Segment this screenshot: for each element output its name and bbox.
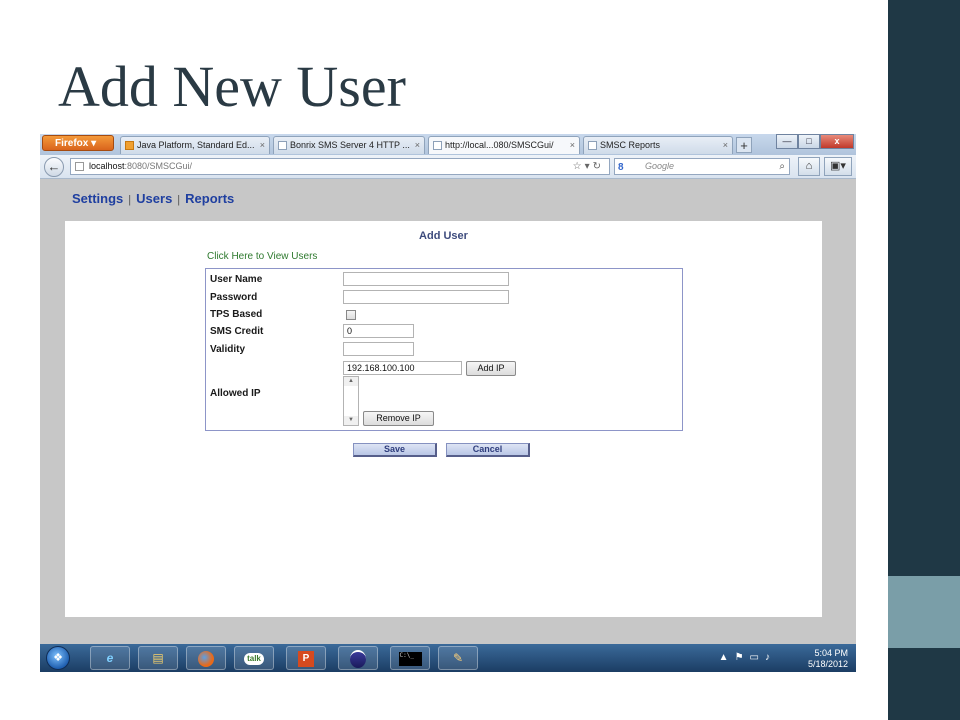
google-search-engine-icon[interactable]: 8: [618, 160, 624, 175]
page-favicon: [278, 141, 287, 150]
explorer-icon[interactable]: ▤: [138, 646, 178, 670]
search-placeholder: Google: [645, 161, 675, 171]
clock-time: 5:04 PM: [814, 648, 848, 658]
address-bar[interactable]: localhost:8080/SMSCGui/ ☆▾↻: [70, 158, 610, 175]
site-identity-icon: [75, 162, 84, 171]
eclipse-icon[interactable]: [338, 646, 378, 670]
sms-credit-input[interactable]: 0: [343, 324, 414, 338]
tab-label: Bonrix SMS Server 4 HTTP ...: [290, 140, 410, 150]
nav-settings-link[interactable]: Settings: [72, 191, 123, 206]
network-icon[interactable]: ▭: [750, 652, 765, 663]
bookmarks-menu-button[interactable]: ▣▾: [824, 157, 852, 176]
start-button[interactable]: ❖: [46, 646, 70, 670]
firefox-menu-label: Firefox: [55, 138, 89, 149]
home-icon: ⌂: [805, 160, 813, 172]
home-button[interactable]: ⌂: [798, 157, 820, 176]
password-label: Password: [210, 292, 258, 303]
bookmarks-icon: ▣▾: [830, 160, 846, 172]
arrow-left-icon: ←: [47, 159, 61, 174]
tps-based-label: TPS Based: [210, 309, 263, 320]
paint-icon[interactable]: ✎: [438, 646, 478, 670]
minimize-button[interactable]: —: [776, 134, 798, 149]
tab-smsc-reports[interactable]: SMSC Reports ×: [583, 136, 733, 154]
tab-bonrix-sms[interactable]: Bonrix SMS Server 4 HTTP ... ×: [273, 136, 425, 154]
close-window-button[interactable]: x: [820, 134, 854, 149]
show-hidden-icons-icon[interactable]: ▲: [719, 652, 735, 663]
system-tray-icons: ▲⚑▭♪: [719, 652, 776, 663]
allowed-ip-list[interactable]: ▲ ▼: [343, 376, 359, 426]
scroll-up-icon[interactable]: ▲: [344, 377, 358, 386]
maximize-button[interactable]: □: [798, 134, 820, 149]
terminal-label: C:\_: [398, 651, 422, 666]
content-panel: Add User Click Here to View Users User N…: [65, 221, 822, 617]
new-tab-button[interactable]: +: [736, 137, 752, 153]
nav-separator: |: [128, 194, 132, 206]
ie-icon[interactable]: e: [90, 646, 130, 670]
add-ip-button[interactable]: Add IP: [466, 361, 516, 376]
address-path: :8080/SMSCGui/: [124, 161, 193, 171]
cancel-button[interactable]: Cancel: [446, 443, 530, 457]
windows-taskbar: ❖ e ▤ talk P C:\_ ✎ ▲⚑▭♪ 5:04 PM 5/18/20…: [40, 644, 856, 672]
bookmark-star-icon[interactable]: ☆: [573, 161, 585, 172]
tab-smscgui[interactable]: http://local...080/SMSCGui/ ×: [428, 136, 580, 154]
terminal-icon[interactable]: C:\_: [390, 646, 430, 670]
close-icon[interactable]: ×: [260, 137, 265, 154]
tab-label: Java Platform, Standard Ed...: [137, 140, 255, 150]
volume-icon[interactable]: ♪: [765, 652, 776, 663]
slide-decoration-band: [888, 0, 960, 720]
validity-label: Validity: [210, 344, 246, 355]
app-navigation: Settings | Users | Reports: [72, 191, 234, 206]
action-center-icon[interactable]: ⚑: [735, 652, 750, 663]
back-button[interactable]: ←: [44, 157, 64, 177]
password-input[interactable]: [343, 290, 509, 304]
close-icon[interactable]: ×: [723, 137, 728, 154]
search-icon[interactable]: ⌕: [779, 159, 785, 174]
nav-users-link[interactable]: Users: [136, 191, 172, 206]
save-button[interactable]: Save: [353, 443, 437, 457]
web-page: Settings | Users | Reports Add User Click He…: [40, 179, 856, 644]
chevron-down-icon: ▾: [91, 138, 97, 149]
windows-logo-icon: ❖: [53, 652, 63, 664]
page-favicon: [433, 141, 442, 150]
talk-label: talk: [244, 652, 264, 665]
browser-screenshot: Firefox ▾ Java Platform, Standard Ed... …: [40, 134, 856, 672]
slide-title: Add New User: [58, 54, 406, 119]
browser-tab-bar: Firefox ▾ Java Platform, Standard Ed... …: [40, 134, 856, 155]
add-user-form: User Name Password TPS Based SMS Credit …: [205, 268, 683, 431]
validity-input[interactable]: [343, 342, 414, 356]
slide-decoration-accent: [888, 576, 960, 648]
java-favicon: [125, 141, 134, 150]
view-users-link[interactable]: Click Here to View Users: [207, 251, 317, 262]
allowed-ip-input[interactable]: 192.168.100.100: [343, 361, 462, 375]
browser-navigation-bar: ← localhost:8080/SMSCGui/ ☆▾↻ 8 Google ⌕…: [40, 155, 856, 179]
page-favicon: [588, 141, 597, 150]
tab-label: http://local...080/SMSCGui/: [445, 140, 554, 150]
tab-label: SMSC Reports: [600, 140, 661, 150]
tab-java-platform[interactable]: Java Platform, Standard Ed... ×: [120, 136, 270, 154]
user-name-input[interactable]: [343, 272, 509, 286]
nav-separator: |: [177, 194, 181, 206]
firefox-icon[interactable]: [186, 646, 226, 670]
talk-icon[interactable]: talk: [234, 646, 274, 670]
reload-icon[interactable]: ↻: [593, 161, 604, 172]
close-icon[interactable]: ×: [415, 137, 420, 154]
sms-credit-label: SMS Credit: [210, 326, 264, 337]
firefox-menu-button[interactable]: Firefox ▾: [42, 135, 114, 151]
clock[interactable]: 5:04 PM 5/18/2012: [808, 648, 848, 670]
close-icon[interactable]: ×: [570, 137, 575, 154]
tps-based-checkbox[interactable]: [346, 310, 356, 320]
clock-date: 5/18/2012: [807, 659, 848, 669]
scroll-down-icon[interactable]: ▼: [344, 416, 358, 425]
address-host: localhost: [89, 161, 125, 171]
allowed-ip-label: Allowed IP: [210, 388, 261, 399]
history-dropdown-icon[interactable]: ▾: [585, 161, 593, 172]
nav-reports-link[interactable]: Reports: [185, 191, 234, 206]
powerpoint-icon[interactable]: P: [286, 646, 326, 670]
user-name-label: User Name: [210, 274, 263, 285]
form-title: Add User: [419, 230, 468, 242]
address-controls: ☆▾↻: [573, 159, 604, 174]
remove-ip-button[interactable]: Remove IP: [363, 411, 434, 426]
search-box[interactable]: 8 Google ⌕: [614, 158, 790, 175]
